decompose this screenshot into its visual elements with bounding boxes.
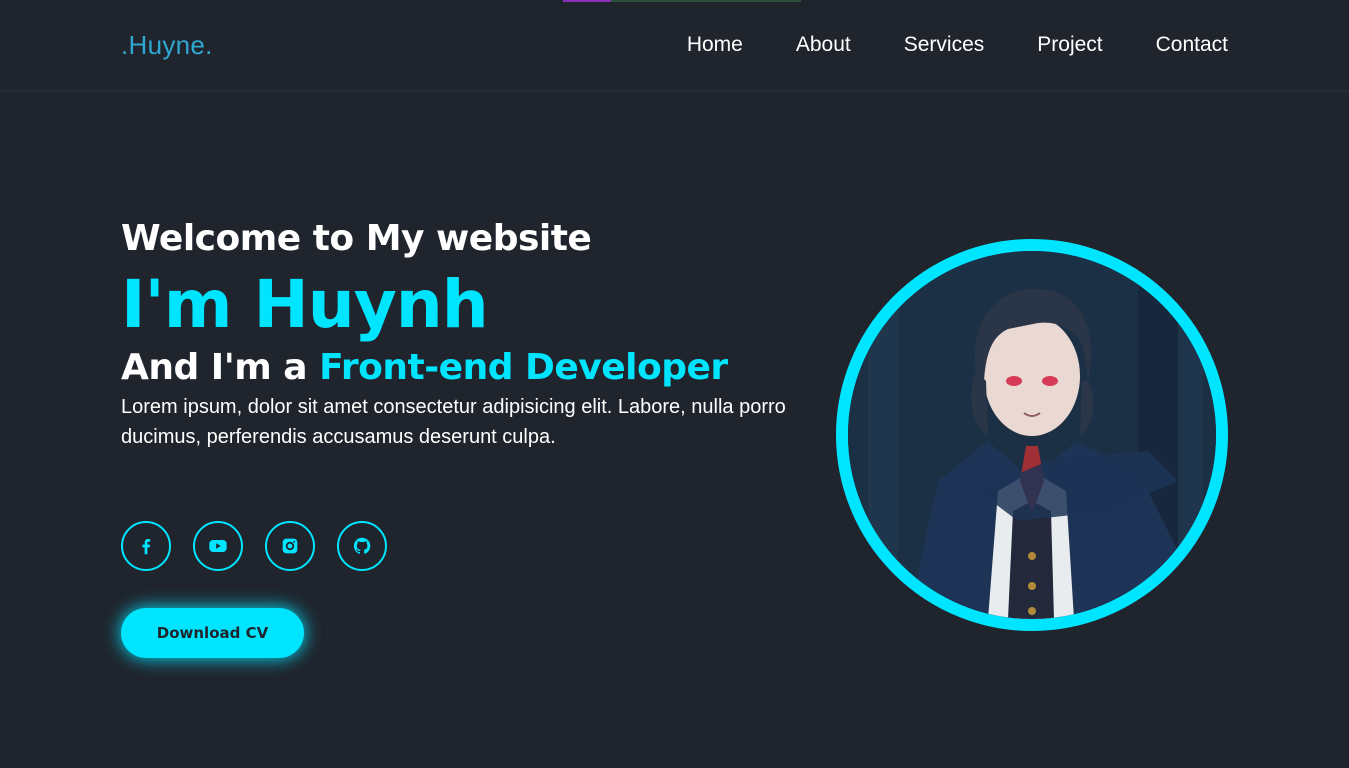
github-link[interactable] (337, 521, 387, 571)
role-prefix: And I'm a (121, 347, 320, 388)
nav-item-project[interactable]: Project (1037, 33, 1102, 57)
profile-illustration (848, 251, 1216, 619)
instagram-icon (282, 538, 298, 554)
role-heading: And I'm a Front-end Developer (121, 347, 821, 388)
hero-text: Welcome to My website I'm Huynh And I'm … (121, 218, 821, 452)
youtube-icon (209, 540, 227, 552)
facebook-link[interactable] (121, 521, 171, 571)
welcome-heading: Welcome to My website (121, 218, 592, 259)
nav-item-services[interactable]: Services (904, 33, 985, 57)
download-cv-button[interactable]: Download CV (121, 608, 304, 658)
github-icon (353, 537, 371, 554)
facebook-icon (142, 539, 151, 555)
nav-item-about[interactable]: About (796, 33, 851, 57)
name-heading: I'm Huynh (121, 266, 489, 343)
main-nav: Home About Services Project Contact (687, 33, 1228, 57)
youtube-link[interactable] (193, 521, 243, 571)
site-logo[interactable]: .Huyne. (121, 30, 213, 61)
nav-item-contact[interactable]: Contact (1156, 33, 1228, 57)
role-highlight: Front-end Developer (319, 347, 728, 388)
social-links (121, 521, 387, 571)
instagram-link[interactable] (265, 521, 315, 571)
profile-avatar (836, 239, 1228, 631)
hero-description: Lorem ipsum, dolor sit amet consectetur … (121, 396, 786, 448)
site-header: .Huyne. Home About Services Project Cont… (0, 0, 1349, 92)
page: .Huyne. Home About Services Project Cont… (0, 0, 1349, 768)
nav-item-home[interactable]: Home (687, 33, 743, 57)
